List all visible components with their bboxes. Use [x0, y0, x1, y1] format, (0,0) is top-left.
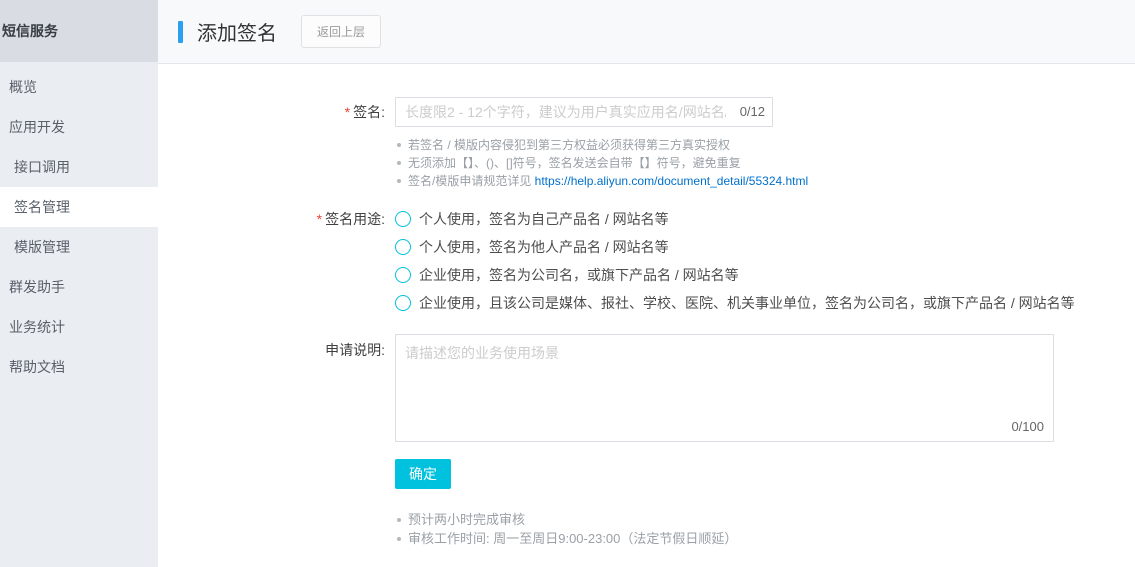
review-notes-list: 预计两小时完成审核 审核工作时间: 周一至周日9:00-23:00（法定节假日顺…	[395, 510, 1135, 548]
sidebar-title: 短信服务	[0, 0, 158, 62]
page-header: 添加签名 返回上层	[158, 0, 1135, 64]
radio-icon[interactable]	[395, 239, 411, 255]
radio-icon[interactable]	[395, 295, 411, 311]
sidebar: 短信服务 概览 应用开发 接口调用 签名管理 模版管理 群发助手 业务统计 帮助…	[0, 0, 158, 567]
app-window: 短信服务 概览 应用开发 接口调用 签名管理 模版管理 群发助手 业务统计 帮助…	[0, 0, 1135, 567]
usage-label-text: 签名用途:	[325, 211, 385, 227]
sidebar-item-mass-send[interactable]: 群发助手	[0, 267, 158, 307]
signature-field: 0/12	[395, 97, 773, 127]
signature-input[interactable]	[395, 97, 773, 127]
sidebar-item-template-mgmt[interactable]: 模版管理	[0, 227, 158, 267]
signature-input-wrap: 0/12	[395, 97, 773, 127]
required-asterisk: *	[345, 104, 350, 120]
main-area: 添加签名 返回上层 *签名: 0/12 若签名 / 模版内容侵犯到第三方权益必须…	[158, 0, 1135, 567]
description-field: 0/100	[395, 334, 1054, 442]
submit-row: 确定	[395, 459, 1135, 489]
sidebar-item-help-docs[interactable]: 帮助文档	[0, 347, 158, 387]
required-asterisk: *	[317, 211, 322, 227]
description-textarea-wrap: 0/100	[395, 334, 1054, 442]
usage-option-enterprise-institution[interactable]: 企业使用，且该公司是媒体、报社、学校、医院、机关事业单位，签名为公司名，或旗下产…	[395, 289, 1075, 317]
radio-icon[interactable]	[395, 211, 411, 227]
description-row: 申请说明: 0/100	[158, 334, 1135, 442]
usage-option-personal-own[interactable]: 个人使用，签名为自己产品名 / 网站名等	[395, 205, 1075, 233]
page-title: 添加签名	[197, 17, 277, 46]
sidebar-item-overview[interactable]: 概览	[0, 67, 158, 107]
sidebar-item-app-dev[interactable]: 应用开发	[0, 107, 158, 147]
back-button[interactable]: 返回上层	[301, 15, 381, 48]
description-textarea[interactable]	[395, 334, 1054, 442]
sidebar-item-statistics[interactable]: 业务统计	[0, 307, 158, 347]
usage-option-personal-other[interactable]: 个人使用，签名为他人产品名 / 网站名等	[395, 233, 1075, 261]
tip-item: 签名/模版申请规范详见 https://help.aliyun.com/docu…	[395, 172, 1135, 190]
tip-item: 若签名 / 模版内容侵犯到第三方权益必须获得第三方真实授权	[395, 136, 1135, 154]
description-label: 申请说明:	[158, 334, 385, 442]
description-char-counter: 0/100	[1011, 419, 1044, 434]
signature-row: *签名: 0/12	[158, 97, 1135, 127]
form-content: *签名: 0/12 若签名 / 模版内容侵犯到第三方权益必须获得第三方真实授权 …	[158, 64, 1135, 567]
sidebar-item-api-call[interactable]: 接口调用	[0, 147, 158, 187]
signature-label-text: 签名:	[353, 104, 385, 120]
spec-doc-link[interactable]: https://help.aliyun.com/document_detail/…	[535, 174, 809, 188]
radio-icon[interactable]	[395, 267, 411, 283]
signature-char-counter: 0/12	[740, 97, 765, 127]
usage-options: 个人使用，签名为自己产品名 / 网站名等 个人使用，签名为他人产品名 / 网站名…	[395, 205, 1075, 317]
title-accent-bar	[178, 21, 183, 43]
signature-tips-list: 若签名 / 模版内容侵犯到第三方权益必须获得第三方真实授权 无须添加【】、()、…	[395, 136, 1135, 190]
signature-label: *签名:	[158, 97, 385, 127]
sidebar-item-signature-mgmt[interactable]: 签名管理	[0, 187, 158, 227]
usage-label: *签名用途:	[158, 205, 385, 317]
review-note: 审核工作时间: 周一至周日9:00-23:00（法定节假日顺延）	[395, 529, 1135, 548]
confirm-button[interactable]: 确定	[395, 459, 451, 489]
tip-item: 无须添加【】、()、[]符号，签名发送会自带【】符号，避免重复	[395, 154, 1135, 172]
usage-row: *签名用途: 个人使用，签名为自己产品名 / 网站名等 个人使用，签名为他人产品…	[158, 205, 1135, 317]
review-note: 预计两小时完成审核	[395, 510, 1135, 529]
sidebar-nav: 概览 应用开发 接口调用 签名管理 模版管理 群发助手 业务统计 帮助文档	[0, 62, 158, 387]
usage-option-enterprise[interactable]: 企业使用，签名为公司名，或旗下产品名 / 网站名等	[395, 261, 1075, 289]
